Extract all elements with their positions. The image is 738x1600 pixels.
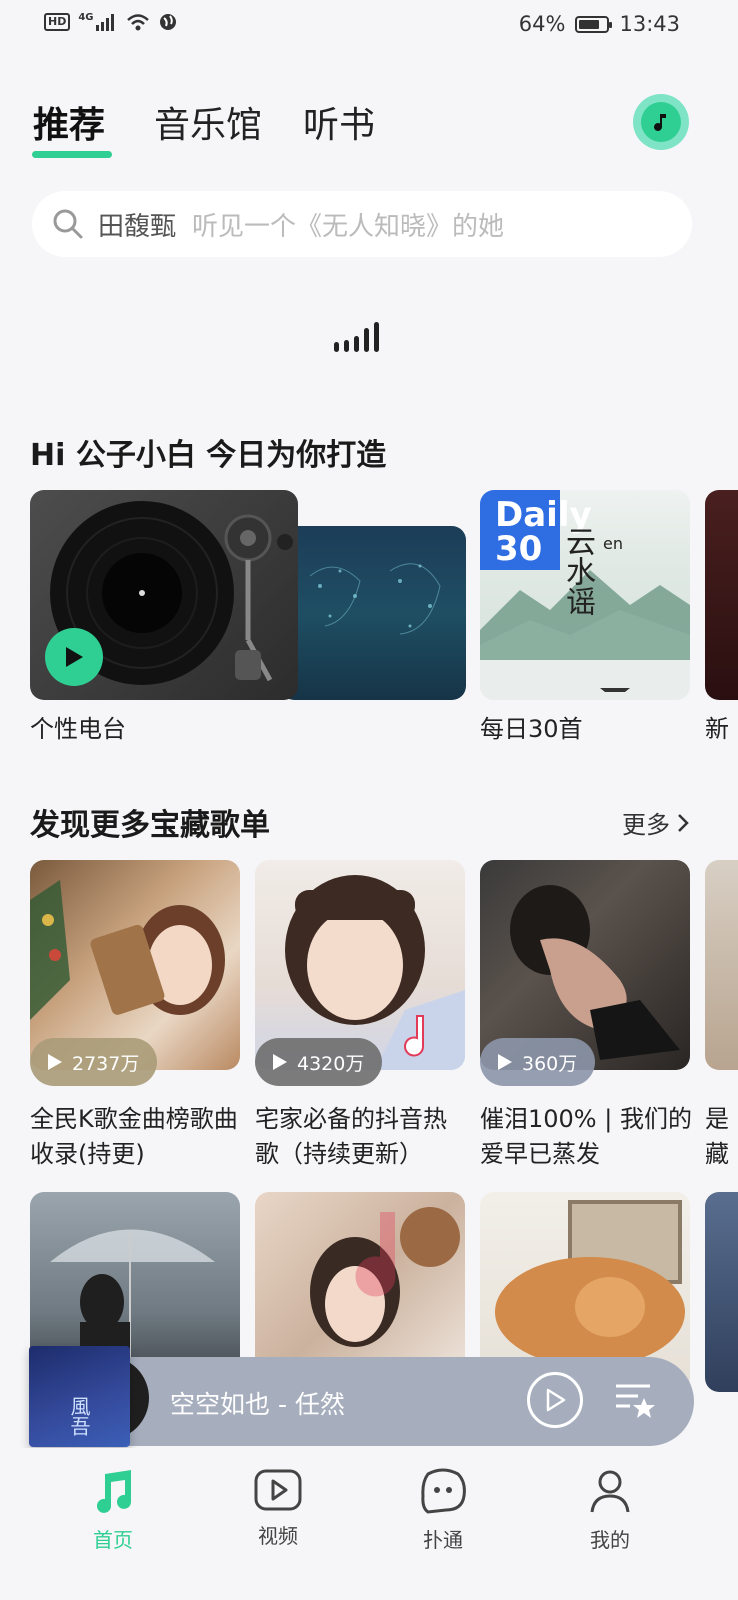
daily-30-card[interactable]: Daily 30 云水谣 en <box>480 490 690 700</box>
radio-back-artwork <box>280 526 466 700</box>
nav-home[interactable]: 首页 <box>53 1468 173 1553</box>
wifi-icon <box>126 14 149 31</box>
status-bar: HD 4G 64% 13:43 <box>0 0 738 52</box>
play-count: 360万 <box>522 1052 578 1075</box>
search-bar[interactable]: 田馥甄 听见一个《无人知晓》的她 <box>32 191 692 257</box>
music-note-icon <box>641 102 681 142</box>
daily-art-suffix: en <box>603 534 623 553</box>
nav-mine-label: 我的 <box>590 1528 630 1552</box>
discover-title: 发现更多宝藏歌单 <box>30 808 270 843</box>
play-icon <box>48 1054 62 1070</box>
playlist-queue-button[interactable] <box>614 1380 658 1424</box>
tab-audiobook[interactable]: 听书 <box>303 96 375 148</box>
voice-wave-icon[interactable] <box>334 322 379 352</box>
search-placeholder: 听见一个《无人知晓》的她 <box>192 211 505 242</box>
hd-indicator: HD <box>44 13 71 31</box>
battery-icon <box>575 15 613 33</box>
personal-radio-label[interactable]: 个性电台 <box>30 712 126 747</box>
tab-music-hall[interactable]: 音乐馆 <box>154 96 262 148</box>
personal-radio-card[interactable] <box>30 490 466 700</box>
playlist-title[interactable]: 催泪100% | 我们的爱早已蒸发 <box>480 1102 695 1172</box>
daily-greeting: Hi 公子小白 今日为你打造 <box>30 438 387 473</box>
play-count: 2737万 <box>72 1052 140 1075</box>
mini-player-cover[interactable]: 風吾 <box>29 1346 130 1447</box>
search-keyword: 田馥甄 <box>98 211 177 242</box>
constellation-art <box>309 563 441 635</box>
status-left: HD 4G <box>44 12 178 32</box>
mini-player-title[interactable]: 空空如也 - 任然 <box>170 1385 345 1421</box>
search-icon <box>53 209 83 239</box>
playlist-star-icon <box>616 1384 655 1418</box>
play-count: 4320万 <box>297 1052 365 1075</box>
play-icon <box>273 1054 287 1070</box>
radio-artwork <box>30 490 298 700</box>
playlist-title[interactable]: 宅家必备的抖音热歌（持续更新） <box>255 1102 470 1172</box>
playlist-title[interactable]: 全民K歌金曲榜歌曲收录(持更) <box>30 1102 245 1172</box>
nav-mine[interactable]: 我的 <box>550 1468 670 1553</box>
new-song-label[interactable]: 新 <box>705 712 729 747</box>
more-link[interactable]: 更多 <box>622 805 690 840</box>
video-play-icon <box>254 1469 302 1511</box>
nav-video-label: 视频 <box>258 1524 298 1548</box>
play-icon <box>546 1388 566 1412</box>
chat-bubble-icon <box>421 1468 466 1514</box>
globe-icon <box>159 14 176 30</box>
new-song-card[interactable] <box>705 490 738 700</box>
daily-30-label[interactable]: 每日30首 <box>480 712 583 747</box>
more-label: 更多 <box>622 811 670 839</box>
playlist-title[interactable]: 是藏 <box>705 1102 735 1172</box>
tab-recommend[interactable]: 推荐 <box>33 96 105 148</box>
radio-play-button[interactable] <box>45 628 103 686</box>
mini-play-button[interactable] <box>527 1372 583 1428</box>
nav-putong-label: 扑通 <box>423 1528 463 1552</box>
network-gen: 4G <box>78 12 94 23</box>
playlist-cover[interactable] <box>705 860 738 1070</box>
nav-putong[interactable]: 扑通 <box>383 1468 503 1553</box>
clock: 13:43 <box>619 12 680 36</box>
signal-icon <box>95 14 114 31</box>
music-note-icon <box>97 1470 131 1513</box>
person-icon <box>590 1470 630 1513</box>
nav-video[interactable]: 视频 <box>218 1468 338 1549</box>
nav-home-label: 首页 <box>93 1528 133 1552</box>
battery-percent: 64% <box>518 12 566 36</box>
tab-active-indicator <box>32 151 112 158</box>
status-right: 64% 13:43 <box>519 12 680 36</box>
play-count-badge: 2737万 <box>30 1038 158 1086</box>
play-icon <box>498 1054 512 1070</box>
play-count-badge: 4320万 <box>255 1038 383 1086</box>
play-icon <box>66 647 83 667</box>
mini-cover-text: 風吾 <box>67 1396 91 1436</box>
playlist-cover[interactable] <box>705 1192 738 1392</box>
now-playing-button[interactable] <box>633 94 689 150</box>
chevron-right-icon <box>678 813 689 832</box>
daily-art-title: 云水谣 <box>560 526 595 616</box>
play-count-badge: 360万 <box>480 1038 596 1086</box>
